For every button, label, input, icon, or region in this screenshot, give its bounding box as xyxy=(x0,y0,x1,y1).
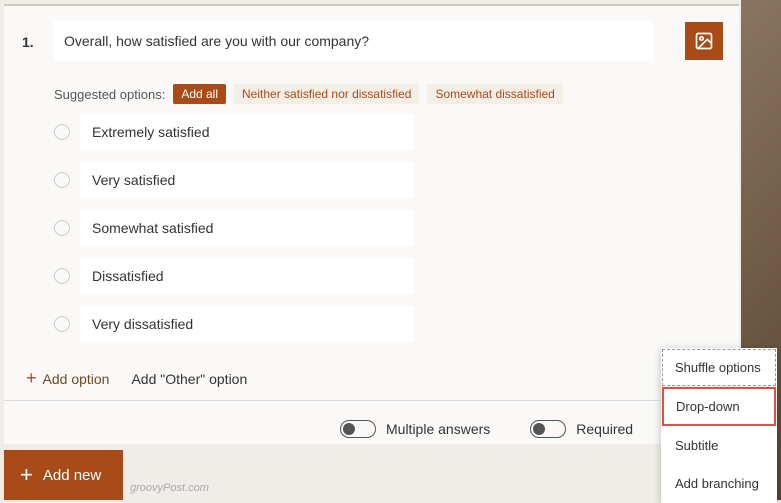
option-input[interactable] xyxy=(80,210,414,246)
question-card: 1. Suggested options: Add all Neither sa… xyxy=(4,4,739,444)
toggle-switch-icon xyxy=(340,420,376,438)
option-input[interactable] xyxy=(80,114,414,150)
radio-icon xyxy=(54,268,70,284)
option-row xyxy=(54,306,414,342)
menu-add-branching[interactable]: Add branching xyxy=(662,465,776,502)
option-row xyxy=(54,258,414,294)
watermark: groovyPost.com xyxy=(130,482,209,494)
option-input[interactable] xyxy=(80,306,414,342)
add-other-button[interactable]: Add "Other" option xyxy=(131,371,247,387)
add-all-chip[interactable]: Add all xyxy=(173,84,226,104)
option-row xyxy=(54,162,414,198)
add-option-button[interactable]: + Add option xyxy=(26,368,109,389)
suggested-label: Suggested options: xyxy=(54,87,165,102)
add-option-row: + Add option Add "Other" option xyxy=(26,368,247,389)
menu-drop-down[interactable]: Drop-down xyxy=(662,387,776,426)
suggestion-chip[interactable]: Neither satisfied nor dissatisfied xyxy=(234,84,419,104)
add-new-label: Add new xyxy=(43,467,101,484)
toggle-switch-icon xyxy=(530,420,566,438)
plus-icon: + xyxy=(26,368,37,389)
option-row xyxy=(54,114,414,150)
insert-media-button[interactable] xyxy=(685,22,723,60)
question-number: 1. xyxy=(22,34,34,50)
option-input[interactable] xyxy=(80,162,414,198)
option-input[interactable] xyxy=(80,258,414,294)
image-icon xyxy=(694,31,714,51)
radio-icon xyxy=(54,124,70,140)
radio-icon xyxy=(54,220,70,236)
menu-subtitle[interactable]: Subtitle xyxy=(662,427,776,464)
suggested-options-row: Suggested options: Add all Neither satis… xyxy=(54,84,563,104)
add-new-button[interactable]: + Add new xyxy=(4,450,123,500)
more-options-menu: Shuffle options Drop-down Subtitle Add b… xyxy=(661,348,777,503)
option-row xyxy=(54,210,414,246)
radio-icon xyxy=(54,316,70,332)
required-label: Required xyxy=(576,421,633,437)
divider xyxy=(4,400,739,401)
add-option-label: Add option xyxy=(43,371,110,387)
required-toggle[interactable]: Required xyxy=(530,420,633,438)
question-text-input[interactable] xyxy=(54,21,654,61)
suggestion-chip[interactable]: Somewhat dissatisfied xyxy=(427,84,562,104)
radio-icon xyxy=(54,172,70,188)
multiple-answers-label: Multiple answers xyxy=(386,421,490,437)
multiple-answers-toggle[interactable]: Multiple answers xyxy=(340,420,490,438)
plus-icon: + xyxy=(20,462,33,488)
menu-shuffle-options[interactable]: Shuffle options xyxy=(662,349,776,386)
options-list xyxy=(54,114,414,354)
